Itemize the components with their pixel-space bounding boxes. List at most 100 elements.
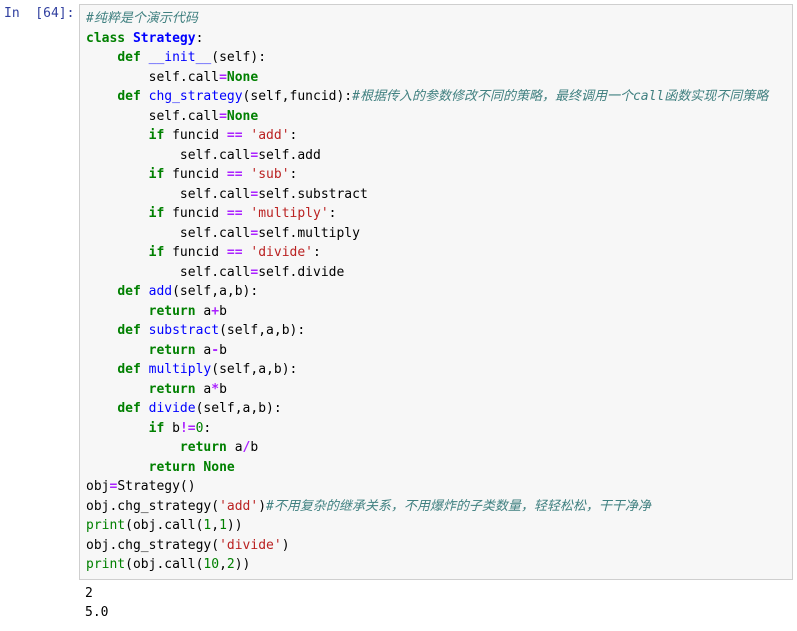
rest: self.divide <box>258 265 344 280</box>
kw-if: if <box>149 245 165 260</box>
expr: b <box>219 304 227 319</box>
kw-if: if <box>149 167 165 182</box>
num: 1 <box>219 518 227 533</box>
kw-if: if <box>149 206 165 221</box>
str: 'add' <box>219 499 258 514</box>
close: ) <box>282 538 290 553</box>
kw-return: return <box>180 440 227 455</box>
body: self.call <box>86 70 219 85</box>
str: 'divide' <box>243 245 313 260</box>
var: obj <box>86 479 109 494</box>
rest: self.multiply <box>258 226 360 241</box>
expr: b <box>219 382 227 397</box>
func-name: substract <box>149 323 219 338</box>
builtin: print <box>86 518 125 533</box>
args: (self,a,b): <box>172 284 258 299</box>
func-name: chg_strategy <box>149 89 243 104</box>
const: None <box>227 70 258 85</box>
comment: #不用复杂的继承关系，不用爆炸的子类数量，轻轻松松，干干净净 <box>266 499 651 514</box>
str: 'sub' <box>243 167 290 182</box>
args: (self,funcid): <box>243 89 353 104</box>
expr: a <box>196 343 212 358</box>
call: obj.chg_strategy( <box>86 499 219 514</box>
kw-return: return <box>149 382 196 397</box>
kw-if: if <box>149 128 165 143</box>
builtin: print <box>86 557 125 572</box>
kw-return: return <box>149 460 196 475</box>
num: 0 <box>196 421 204 436</box>
expr: a <box>196 382 212 397</box>
op: * <box>211 382 219 397</box>
var: funcid <box>164 245 227 260</box>
expr: b <box>250 440 258 455</box>
close: )) <box>227 518 243 533</box>
class-name: Strategy <box>133 31 196 46</box>
args: (self,a,b): <box>219 323 305 338</box>
func-name: divide <box>149 401 196 416</box>
var: funcid <box>164 206 227 221</box>
comma: , <box>211 518 219 533</box>
kw-if: if <box>149 421 165 436</box>
open: (obj.call( <box>125 557 203 572</box>
rest: self.substract <box>258 187 368 202</box>
var: funcid <box>164 128 227 143</box>
str: 'add' <box>243 128 290 143</box>
comma: , <box>219 557 227 572</box>
code-input[interactable]: #纯粹是个演示代码 class Strategy: def __init__(s… <box>79 4 793 580</box>
str: 'multiply' <box>243 206 329 221</box>
body: self.call <box>86 226 250 241</box>
output-line: 2 <box>85 586 93 601</box>
num: 10 <box>203 557 219 572</box>
op: + <box>211 304 219 319</box>
var: b <box>164 421 180 436</box>
kw-def: def <box>117 401 140 416</box>
rest: self.add <box>258 148 321 163</box>
body: self.call <box>86 187 250 202</box>
expr: a <box>196 304 212 319</box>
const: None <box>227 109 258 124</box>
func-name: __init__ <box>149 50 212 65</box>
op: - <box>211 343 219 358</box>
kw-def: def <box>117 89 140 104</box>
op: == <box>227 206 243 221</box>
op: == <box>227 245 243 260</box>
output-cell: 2 5.0 <box>4 580 793 627</box>
comment: #纯粹是个演示代码 <box>86 11 198 26</box>
comment: #根据传入的参数修改不同的策略，最终调用一个call函数实现不同策略 <box>352 89 768 104</box>
body: self.call <box>86 148 250 163</box>
str: 'divide' <box>219 538 282 553</box>
num: 2 <box>227 557 235 572</box>
args: (self): <box>211 50 266 65</box>
func-name: multiply <box>149 362 212 377</box>
kw-def: def <box>117 284 140 299</box>
expr: b <box>219 343 227 358</box>
op: != <box>180 421 196 436</box>
kw-def: def <box>117 50 140 65</box>
output-line: 5.0 <box>85 605 108 620</box>
kw-def: def <box>117 362 140 377</box>
kw-return: return <box>149 304 196 319</box>
close: ) <box>258 499 266 514</box>
const: None <box>203 460 234 475</box>
rest: Strategy() <box>117 479 195 494</box>
args: (self,a,b): <box>211 362 297 377</box>
close: )) <box>235 557 251 572</box>
kw-def: def <box>117 323 140 338</box>
op: == <box>227 167 243 182</box>
expr: a <box>227 440 243 455</box>
kw-class: class <box>86 31 125 46</box>
call: obj.chg_strategy( <box>86 538 219 553</box>
code-output: 2 5.0 <box>79 580 793 627</box>
kw-return: return <box>149 343 196 358</box>
open: (obj.call( <box>125 518 203 533</box>
body: self.call <box>86 109 219 124</box>
op: = <box>219 109 227 124</box>
func-name: add <box>149 284 172 299</box>
args: (self,a,b): <box>196 401 282 416</box>
op: = <box>219 70 227 85</box>
body: self.call <box>86 265 250 280</box>
input-prompt: In [64]: <box>4 4 79 24</box>
op: == <box>227 128 243 143</box>
var: funcid <box>164 167 227 182</box>
input-cell: In [64]: #纯粹是个演示代码 class Strategy: def _… <box>4 4 793 580</box>
